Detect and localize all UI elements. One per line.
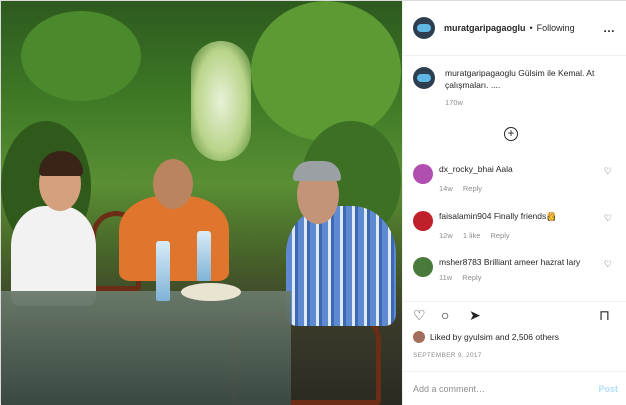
photo-foliage [251, 1, 401, 141]
caption-time[interactable]: 170w [445, 97, 618, 109]
post-caption: muratgaripagaoglu Gülsim ile Kemal. At ç… [413, 67, 618, 109]
comment-body: msher8783 Brilliant ameer hazrat lary 11… [439, 257, 599, 283]
photo-head [153, 159, 193, 209]
comment-username[interactable]: dx_rocky_bhai [439, 164, 494, 174]
like-heart-icon[interactable]: ♡ [413, 307, 426, 324]
comment-meta: 14w Reply [439, 183, 599, 194]
photo-bottle [156, 241, 170, 301]
comment-text: Finally friends👸 [493, 211, 557, 221]
comment-item: faisalamin904 Finally friends👸 12w 1 lik… [413, 211, 618, 241]
comment-item: msher8783 Brilliant ameer hazrat lary 11… [413, 257, 618, 283]
add-comment-input[interactable] [413, 383, 573, 394]
likes-text[interactable]: Liked by gyulsim and 2,506 others [430, 332, 559, 342]
more-options-icon[interactable]: … [603, 21, 616, 35]
action-bar [403, 301, 626, 331]
photo-sky-light [191, 41, 251, 161]
post-header: muratgaripagaoglu • Following … [403, 1, 626, 56]
avatar[interactable] [413, 17, 435, 39]
photo-bottle [197, 231, 211, 281]
separator-dot: • [529, 23, 533, 33]
comment-reply-button[interactable]: Reply [462, 273, 481, 282]
comment-like-icon[interactable]: ♡ [604, 259, 612, 270]
comment-time[interactable]: 11w [439, 273, 452, 282]
photo-cap [293, 161, 341, 181]
post-comment-button[interactable]: Post [598, 384, 618, 394]
comment-time[interactable]: 12w [439, 231, 453, 240]
photo-table [1, 291, 291, 405]
post-photo[interactable] [1, 1, 402, 405]
comment-likes[interactable]: 1 like [463, 231, 481, 240]
comment-reply-button[interactable]: Reply [463, 184, 482, 193]
post-username[interactable]: muratgaripagaoglu [444, 23, 526, 33]
post-sidebar: muratgaripagaoglu • Following … muratgar… [402, 1, 626, 405]
comment-text: Brilliant ameer hazrat lary [483, 257, 581, 267]
comment-body: dx_rocky_bhai Aala 14w Reply [439, 164, 599, 194]
following-button[interactable]: Following [537, 23, 575, 33]
load-more-comments-icon[interactable]: + [504, 127, 518, 141]
comment-bubble-icon[interactable]: ○ [441, 307, 449, 323]
post-date[interactable]: SEPTEMBER 9, 2017 [413, 352, 482, 359]
avatar[interactable] [413, 257, 433, 277]
instagram-post-modal: muratgaripagaoglu • Following … muratgar… [0, 0, 626, 405]
comment-body: faisalamin904 Finally friends👸 12w 1 lik… [439, 211, 599, 241]
comment-item: dx_rocky_bhai Aala 14w Reply ♡ [413, 164, 618, 194]
avatar[interactable] [413, 164, 433, 184]
comment-like-icon[interactable]: ♡ [604, 166, 612, 177]
comment-meta: 12w 1 like Reply [439, 230, 599, 241]
comment-text: Aala [495, 164, 513, 174]
comment-like-icon[interactable]: ♡ [604, 213, 612, 224]
share-send-icon[interactable]: ➤ [469, 307, 481, 324]
photo-foliage [21, 11, 141, 101]
comment-time[interactable]: 14w [439, 184, 453, 193]
avatar[interactable] [413, 211, 433, 231]
photo-plate [181, 283, 241, 301]
comment-username[interactable]: msher8783 [439, 257, 482, 267]
add-comment-bar: Post [403, 371, 626, 405]
comment-username[interactable]: faisalamin904 [439, 211, 491, 221]
save-bookmark-icon[interactable]: ⊓ [599, 307, 610, 324]
comment-meta: 11w Reply [439, 272, 599, 283]
comment-reply-button[interactable]: Reply [490, 231, 509, 240]
caption-text-block: muratgaripagaoglu Gülsim ile Kemal. At ç… [445, 67, 618, 109]
avatar[interactable] [413, 331, 425, 343]
photo-person-right [286, 206, 396, 326]
avatar[interactable] [413, 67, 435, 89]
likes-summary: Liked by gyulsim and 2,506 others [413, 331, 559, 343]
caption-username[interactable]: muratgaripagaoglu [445, 68, 516, 78]
